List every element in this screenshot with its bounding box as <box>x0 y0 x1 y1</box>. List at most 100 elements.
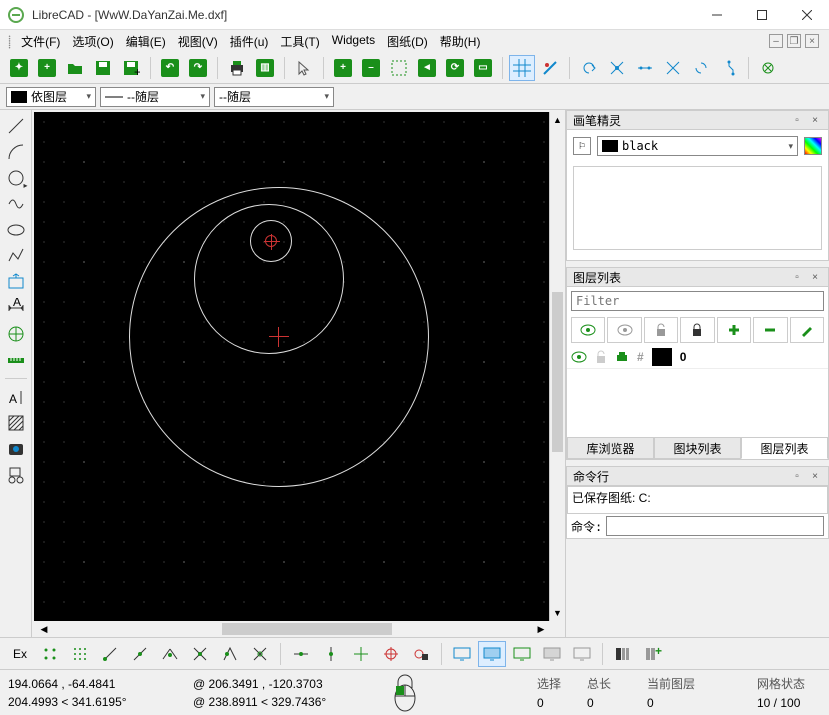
tool-measure[interactable] <box>3 348 29 372</box>
panel-float-icon[interactable]: ▫ <box>790 113 804 127</box>
tool-polyline[interactable] <box>3 244 29 268</box>
zoom-window-button[interactable]: ▭ <box>470 55 496 81</box>
print-button[interactable] <box>224 55 250 81</box>
restrict-ortho-button[interactable] <box>347 641 375 667</box>
set-relative-zero-button[interactable] <box>377 641 405 667</box>
vertical-scrollbar[interactable]: ▲ ▼ <box>549 112 565 621</box>
screen4-button[interactable] <box>538 641 566 667</box>
screen5-button[interactable] <box>568 641 596 667</box>
snap-center-button[interactable] <box>156 641 184 667</box>
scroll-up-icon[interactable]: ▲ <box>550 112 565 128</box>
construction-icon[interactable]: # <box>637 350 644 364</box>
menu-tools[interactable]: 工具(T) <box>274 31 325 52</box>
menu-help[interactable]: 帮助(H) <box>434 31 487 52</box>
menu-drawing[interactable]: 图纸(D) <box>381 31 434 52</box>
zoom-in-button[interactable]: + <box>330 55 356 81</box>
layer-remove-button[interactable] <box>753 317 787 343</box>
redo-button[interactable]: ↷ <box>185 55 211 81</box>
tool-modify[interactable] <box>3 322 29 346</box>
lock-icon[interactable] <box>595 350 607 364</box>
save-as-button[interactable]: + <box>118 55 144 81</box>
snap-middle-button[interactable] <box>186 641 214 667</box>
cursor-button[interactable] <box>291 55 317 81</box>
maximize-button[interactable] <box>739 0 784 30</box>
snap-on-entity-button[interactable] <box>126 641 154 667</box>
layer-show-all-button[interactable] <box>571 317 605 343</box>
pen-flag-button[interactable]: ⚐ <box>573 137 591 155</box>
zoom-redraw-button[interactable]: ⟳ <box>442 55 468 81</box>
tool-arc[interactable] <box>3 140 29 164</box>
layer-hide-all-button[interactable] <box>607 317 641 343</box>
menu-view[interactable]: 视图(V) <box>172 31 224 52</box>
command-line-title[interactable]: 命令行 ▫ × <box>566 466 829 486</box>
snap-distance-button[interactable] <box>216 641 244 667</box>
linewidth-combo[interactable]: --随层▾ <box>100 87 210 107</box>
save-button[interactable] <box>90 55 116 81</box>
tool-ellipse[interactable] <box>3 218 29 242</box>
tool-text[interactable]: A <box>3 385 29 409</box>
modify-extend-button[interactable] <box>660 55 686 81</box>
screen2-button[interactable] <box>478 641 506 667</box>
tab-layer-list[interactable]: 图层列表 <box>741 437 828 459</box>
mdi-close-button[interactable]: × <box>805 34 819 48</box>
color-combo[interactable]: 依图层▾ <box>6 87 96 107</box>
scroll-left-icon[interactable]: ◀ <box>36 621 52 637</box>
menu-plugins[interactable]: 插件(u) <box>224 31 275 52</box>
snap-endpoint-button[interactable] <box>96 641 124 667</box>
pen-color-combo[interactable]: black▾ <box>597 136 798 156</box>
draft-mode-button[interactable] <box>537 55 563 81</box>
tool-dimension[interactable]: A <box>3 296 29 320</box>
menu-edit[interactable]: 编辑(E) <box>120 31 172 52</box>
menu-widgets[interactable]: Widgets <box>326 31 381 52</box>
layer-unlock-button[interactable] <box>644 317 678 343</box>
layer-lock-button[interactable] <box>680 317 714 343</box>
layer-row[interactable]: # 0 <box>567 345 828 369</box>
scroll-down-icon[interactable]: ▼ <box>550 605 565 621</box>
tool-hatch[interactable] <box>3 411 29 435</box>
layer-add-button[interactable] <box>717 317 751 343</box>
panel-close-icon[interactable]: × <box>808 113 822 127</box>
menu-options[interactable]: 选项(O) <box>66 31 119 52</box>
dock-left-button[interactable] <box>609 641 637 667</box>
tab-library[interactable]: 库浏览器 <box>567 437 654 459</box>
modify-fillet-button[interactable] <box>688 55 714 81</box>
eye-icon[interactable] <box>571 351 587 363</box>
mdi-restore-button[interactable]: ❐ <box>787 34 801 48</box>
layer-color-swatch[interactable] <box>652 348 672 366</box>
panel-close-icon[interactable]: × <box>808 270 822 284</box>
new-button[interactable]: ✦ <box>6 55 32 81</box>
edit-undo-button[interactable] <box>576 55 602 81</box>
snap-free-button[interactable] <box>36 641 64 667</box>
restrict-horiz-button[interactable] <box>287 641 315 667</box>
close-button[interactable] <box>784 0 829 30</box>
command-input[interactable] <box>606 516 824 536</box>
undo-button[interactable]: ↶ <box>157 55 183 81</box>
modify-trim-button[interactable] <box>604 55 630 81</box>
snap-grid-button[interactable] <box>66 641 94 667</box>
print-preview-button[interactable]: ▥ <box>252 55 278 81</box>
panel-float-icon[interactable]: ▫ <box>790 469 804 483</box>
zoom-fit-button[interactable] <box>386 55 412 81</box>
restrict-vert-button[interactable] <box>317 641 345 667</box>
screen3-button[interactable] <box>508 641 536 667</box>
layer-edit-button[interactable] <box>790 317 824 343</box>
scroll-right-icon[interactable]: ▶ <box>533 621 549 637</box>
menu-file[interactable]: 文件(F) <box>15 31 66 52</box>
open-button[interactable] <box>62 55 88 81</box>
scroll-thumb[interactable] <box>222 623 392 635</box>
dock-add-button[interactable]: + <box>639 641 667 667</box>
panel-close-icon[interactable]: × <box>808 469 822 483</box>
new-template-button[interactable]: + <box>34 55 60 81</box>
snap-exclusive-button[interactable]: Ex <box>6 641 34 667</box>
screen1-button[interactable] <box>448 641 476 667</box>
layer-list-title[interactable]: 图层列表 ▫ × <box>566 267 829 287</box>
mdi-minimize-button[interactable]: – <box>769 34 783 48</box>
grid-toggle-button[interactable] <box>509 55 535 81</box>
tool-line[interactable] <box>3 114 29 138</box>
zoom-out-button[interactable]: – <box>358 55 384 81</box>
tool-select[interactable] <box>3 270 29 294</box>
tool-spline[interactable] <box>3 192 29 216</box>
tool-block[interactable] <box>3 463 29 487</box>
layer-filter-input[interactable] <box>571 291 824 311</box>
drawing-canvas[interactable] <box>34 112 549 621</box>
